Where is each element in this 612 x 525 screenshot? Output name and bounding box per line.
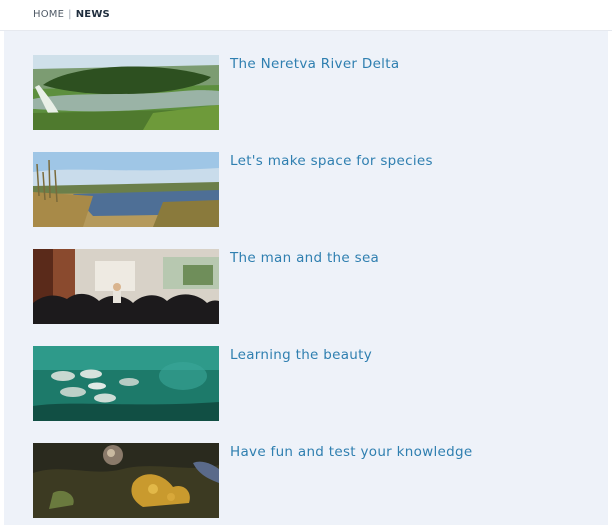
news-item[interactable]: Learning the beauty [33, 346, 503, 421]
news-item[interactable]: Let's make space for species [33, 152, 503, 227]
river-delta-image [33, 55, 219, 130]
coral-reef-image [33, 443, 219, 518]
news-thumbnail-link[interactable] [33, 346, 219, 421]
news-thumbnail-link[interactable] [33, 249, 219, 324]
breadcrumb-home-link[interactable]: HOME [33, 9, 64, 20]
news-thumbnail-link[interactable] [33, 55, 219, 130]
news-thumbnail-link[interactable] [33, 152, 219, 227]
wetland-reeds-image [33, 152, 219, 227]
news-title-link[interactable]: Learning the beauty [230, 347, 372, 364]
news-title-link[interactable]: Let's make space for species [230, 153, 433, 170]
news-thumbnail-link[interactable] [33, 443, 219, 518]
news-item[interactable]: Have fun and test your knowledge [33, 443, 503, 518]
breadcrumb-current: NEWS [75, 9, 110, 20]
news-item[interactable]: The Neretva River Delta [33, 55, 503, 130]
lecture-audience-image [33, 249, 219, 324]
news-content: The Neretva River Delta Let's make space… [4, 31, 608, 525]
underwater-fish-image [33, 346, 219, 421]
news-title-link[interactable]: Have fun and test your knowledge [230, 444, 473, 461]
news-title-link[interactable]: The man and the sea [230, 250, 379, 267]
breadcrumb: HOME | NEWS [33, 9, 110, 21]
news-title-link[interactable]: The Neretva River Delta [230, 56, 399, 73]
news-item[interactable]: The man and the sea [33, 249, 503, 324]
top-bar: HOME | NEWS [0, 0, 612, 31]
breadcrumb-separator: | [68, 9, 72, 20]
